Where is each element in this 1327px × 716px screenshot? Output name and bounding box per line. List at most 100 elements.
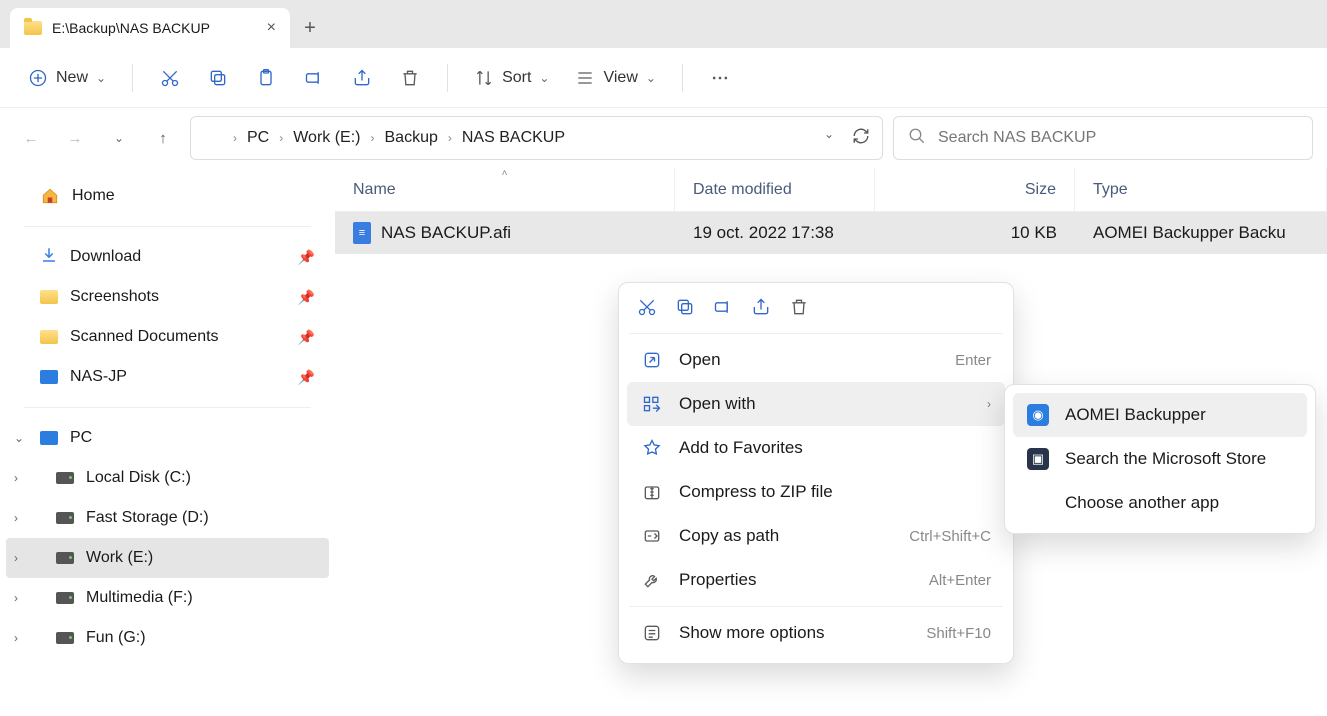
sort-label: Sort <box>502 69 531 87</box>
sort-asc-icon: ˄ <box>502 168 508 179</box>
scissors-icon[interactable] <box>637 297 657 317</box>
separator <box>24 407 311 408</box>
ctx-open-with[interactable]: Open with › <box>627 382 1005 426</box>
share-button[interactable] <box>345 62 379 94</box>
recent-button[interactable]: ⌄ <box>102 121 136 155</box>
up-button[interactable]: ↑ <box>146 121 180 155</box>
crumb-folder[interactable]: Backup <box>385 129 438 147</box>
open-icon <box>641 350 663 370</box>
search-box[interactable] <box>893 116 1313 160</box>
column-headers: Name ˄ Date modified Size Type <box>335 168 1327 212</box>
clipboard-icon <box>256 68 276 88</box>
chevron-right-icon[interactable]: › <box>14 511 18 525</box>
copy-icon[interactable] <box>675 297 695 317</box>
ctx-label: AOMEI Backupper <box>1065 405 1206 425</box>
view-button[interactable]: View ⌄ <box>569 62 661 94</box>
breadcrumb[interactable]: › PC › Work (E:) › Backup › NAS BACKUP ⌄ <box>190 116 883 160</box>
sidebar-item-pc[interactable]: ⌄ PC <box>6 418 329 458</box>
sidebar-item-drive-c[interactable]: › Local Disk (C:) <box>6 458 329 498</box>
chevron-down-icon[interactable]: ⌄ <box>14 431 24 445</box>
pin-icon[interactable]: 📌 <box>298 249 315 266</box>
separator <box>447 64 448 92</box>
pin-icon[interactable]: 📌 <box>298 289 315 306</box>
rename-button[interactable] <box>297 62 331 94</box>
crumb-current[interactable]: NAS BACKUP <box>462 129 565 147</box>
sidebar-item-scanned[interactable]: Scanned Documents 📌 <box>6 317 329 357</box>
folder-icon <box>24 21 42 35</box>
sidebar-item-download[interactable]: Download 📌 <box>6 237 329 277</box>
crumb-pc[interactable]: PC <box>247 129 269 147</box>
sub-msstore[interactable]: ▣ Search the Microsoft Store <box>1013 437 1307 481</box>
sidebar-item-home[interactable]: Home <box>6 176 329 216</box>
ctx-compress[interactable]: Compress to ZIP file <box>627 470 1005 514</box>
trash-icon[interactable] <box>789 297 809 317</box>
sub-aomei[interactable]: ◉ AOMEI Backupper <box>1013 393 1307 437</box>
path-icon <box>641 526 663 546</box>
ctx-open[interactable]: Open Enter <box>627 338 1005 382</box>
pc-icon <box>40 431 58 445</box>
chevron-right-icon[interactable]: › <box>14 551 18 565</box>
file-row[interactable]: ≡ NAS BACKUP.afi 19 oct. 2022 17:38 10 K… <box>335 212 1327 254</box>
pin-icon[interactable]: 📌 <box>298 329 315 346</box>
context-menu: Open Enter Open with › Add to Favorites … <box>618 282 1014 664</box>
chevron-right-icon[interactable]: › <box>14 631 18 645</box>
ctx-properties[interactable]: Properties Alt+Enter <box>627 558 1005 602</box>
sidebar-item-drive-d[interactable]: › Fast Storage (D:) <box>6 498 329 538</box>
ctx-more-options[interactable]: Show more options Shift+F10 <box>627 611 1005 655</box>
msstore-icon: ▣ <box>1027 448 1049 470</box>
chevron-down-icon: ⌄ <box>539 71 549 85</box>
crumb-drive[interactable]: Work (E:) <box>293 129 360 147</box>
paste-button[interactable] <box>249 62 283 94</box>
more-button[interactable] <box>703 62 737 94</box>
file-type: AOMEI Backupper Backu <box>1075 223 1327 243</box>
context-submenu-openwith: ◉ AOMEI Backupper ▣ Search the Microsoft… <box>1004 384 1316 534</box>
sidebar: Home Download 📌 Screenshots 📌 Scanned Do… <box>0 168 335 716</box>
chevron-right-icon: › <box>233 131 237 145</box>
copy-button[interactable] <box>201 62 235 94</box>
view-icon <box>575 68 595 88</box>
new-tab-button[interactable]: + <box>290 8 330 48</box>
col-size[interactable]: Size <box>875 168 1075 211</box>
col-type[interactable]: Type <box>1075 168 1327 211</box>
ctx-copy-path[interactable]: Copy as path Ctrl+Shift+C <box>627 514 1005 558</box>
sidebar-item-screenshots[interactable]: Screenshots 📌 <box>6 277 329 317</box>
back-button[interactable]: ← <box>14 121 48 155</box>
sidebar-item-drive-e[interactable]: › Work (E:) <box>6 538 329 578</box>
folder-icon <box>203 130 223 146</box>
chevron-right-icon[interactable]: › <box>14 471 18 485</box>
rename-icon[interactable] <box>713 297 733 317</box>
separator <box>629 606 1003 607</box>
sidebar-item-label: PC <box>70 429 92 447</box>
tab-current[interactable]: E:\Backup\NAS BACKUP × <box>10 8 290 48</box>
trash-icon <box>400 68 420 88</box>
pin-icon[interactable]: 📌 <box>298 369 315 386</box>
search-input[interactable] <box>938 129 1298 147</box>
sub-choose[interactable]: Choose another app <box>1013 481 1307 525</box>
sidebar-item-drive-g[interactable]: › Fun (G:) <box>6 618 329 658</box>
sidebar-item-nasjp[interactable]: NAS-JP 📌 <box>6 357 329 397</box>
ellipsis-icon <box>710 68 730 88</box>
view-label: View <box>603 69 637 87</box>
chevron-down-icon[interactable]: ⌄ <box>824 127 834 149</box>
delete-button[interactable] <box>393 62 427 94</box>
col-label: Date modified <box>693 181 792 199</box>
share-icon[interactable] <box>751 297 771 317</box>
sort-button[interactable]: Sort ⌄ <box>468 62 555 94</box>
ctx-favorites[interactable]: Add to Favorites <box>627 426 1005 470</box>
cut-button[interactable] <box>153 62 187 94</box>
ctx-label: Show more options <box>679 623 825 643</box>
sidebar-item-drive-f[interactable]: › Multimedia (F:) <box>6 578 329 618</box>
forward-button[interactable]: → <box>58 121 92 155</box>
chevron-right-icon[interactable]: › <box>14 591 18 605</box>
sidebar-item-label: Screenshots <box>70 288 159 306</box>
refresh-button[interactable] <box>852 127 870 149</box>
col-date[interactable]: Date modified <box>675 168 875 211</box>
open-with-icon <box>641 394 663 414</box>
col-name[interactable]: Name ˄ <box>335 168 675 211</box>
aomei-icon: ◉ <box>1027 404 1049 426</box>
new-button[interactable]: New ⌄ <box>22 62 112 94</box>
drive-icon <box>56 592 74 604</box>
close-icon[interactable]: × <box>267 19 276 37</box>
chevron-right-icon: › <box>279 131 283 145</box>
col-label: Name <box>353 181 396 199</box>
